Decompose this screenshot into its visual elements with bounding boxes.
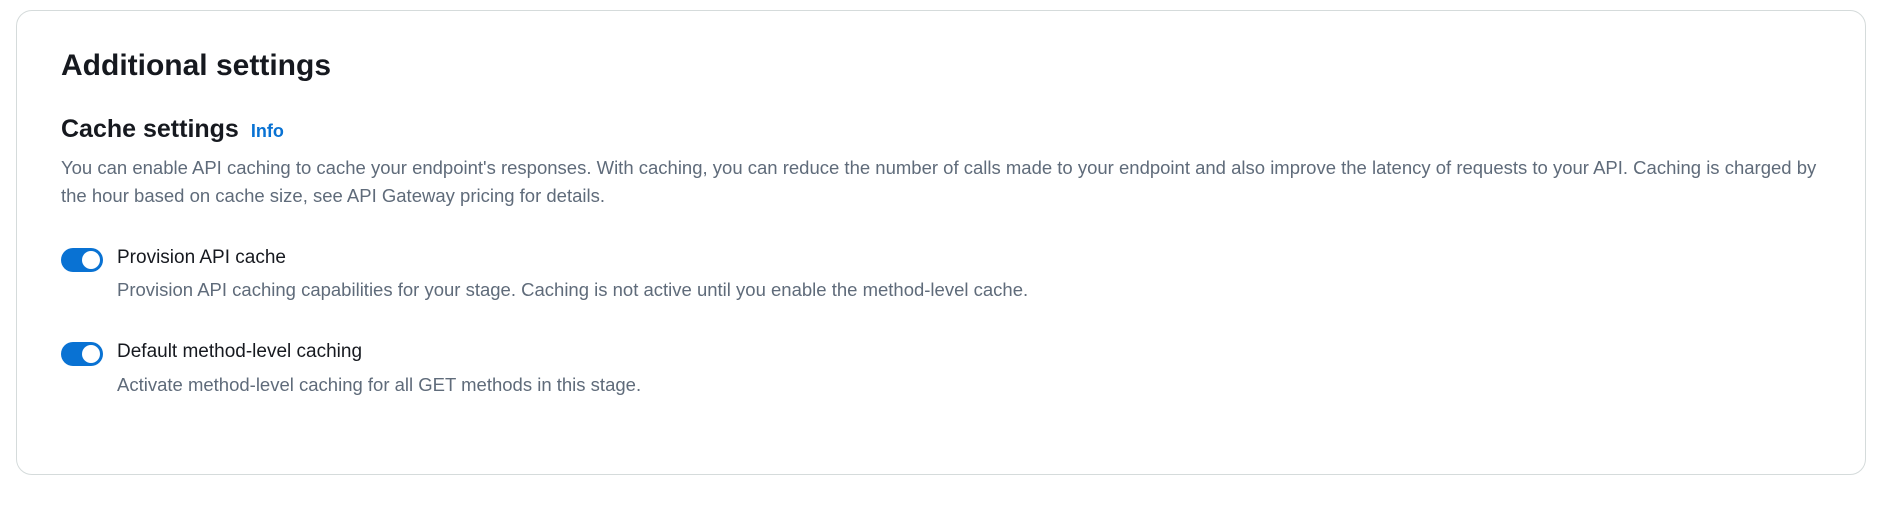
info-link[interactable]: Info (251, 121, 284, 142)
toggle-description: Provision API caching capabilities for y… (117, 276, 1028, 304)
toggle-provision-api-cache[interactable] (61, 248, 103, 272)
section-title: Cache settings (61, 115, 239, 144)
toggle-default-method-level-caching[interactable] (61, 342, 103, 366)
toggle-content: Provision API cache Provision API cachin… (117, 246, 1028, 304)
section-description: You can enable API caching to cache your… (61, 154, 1821, 210)
toggle-label: Provision API cache (117, 246, 1028, 271)
toggle-knob-icon (82, 345, 100, 363)
additional-settings-panel: Additional settings Cache settings Info … (16, 10, 1866, 475)
toggle-description: Activate method-level caching for all GE… (117, 371, 641, 399)
toggle-content: Default method-level caching Activate me… (117, 340, 641, 398)
toggle-row-default-method-level-caching: Default method-level caching Activate me… (61, 340, 1821, 398)
toggle-knob-icon (82, 251, 100, 269)
toggle-row-provision-api-cache: Provision API cache Provision API cachin… (61, 246, 1821, 304)
section-header: Cache settings Info (61, 115, 1821, 144)
panel-heading: Additional settings (61, 49, 1821, 83)
toggle-label: Default method-level caching (117, 340, 641, 365)
